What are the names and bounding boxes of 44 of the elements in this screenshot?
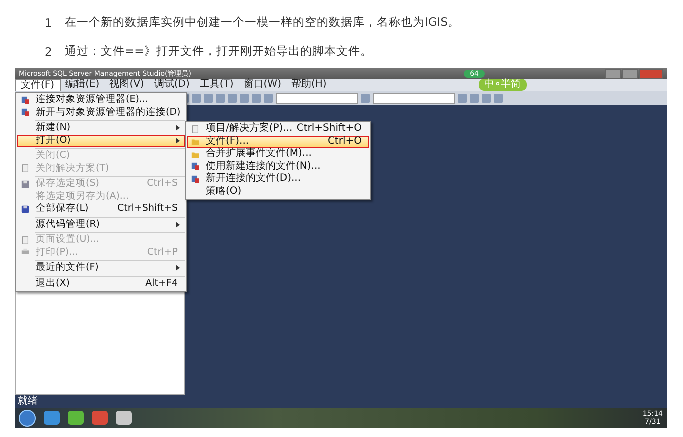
taskbar-app-icon[interactable] bbox=[92, 411, 108, 425]
server-icon bbox=[21, 108, 30, 118]
menu-item[interactable]: 源代码管理(R) bbox=[17, 218, 185, 231]
menu-item[interactable]: 文件(F)... Ctrl+O bbox=[187, 136, 369, 148]
maximize-button[interactable] bbox=[622, 68, 638, 78]
step-text: 在一个新的数据库实例中创建一个一模一样的空的数据库，名称也为IGIS。 bbox=[65, 15, 460, 30]
menu-item[interactable]: 策略(O) bbox=[187, 186, 369, 198]
menu-item[interactable]: 使用新建连接的文件(N)... bbox=[187, 160, 369, 173]
menu-item[interactable]: 工具(T) bbox=[194, 79, 239, 91]
step-number: 2 bbox=[45, 44, 54, 58]
document-icon bbox=[21, 236, 30, 245]
minimize-button[interactable] bbox=[605, 68, 621, 78]
dropdown-field[interactable] bbox=[373, 92, 455, 104]
menu-item[interactable]: 窗口(W) bbox=[238, 79, 286, 91]
step-number: 1 bbox=[45, 16, 54, 30]
menu-item[interactable]: 编辑(E) bbox=[60, 79, 105, 91]
document-icon bbox=[191, 124, 200, 134]
menu-item[interactable]: 合并扩展事件文件(M)... bbox=[187, 148, 369, 160]
server-icon bbox=[191, 162, 200, 172]
menu-item[interactable]: 全部保存(L) Ctrl+Shift+S bbox=[17, 203, 185, 216]
menu-item[interactable]: 视图(V) bbox=[104, 79, 150, 91]
dropdown-field[interactable] bbox=[276, 92, 358, 104]
server-icon bbox=[21, 96, 30, 105]
menu-item[interactable]: 帮助(H) bbox=[286, 79, 332, 91]
server-icon bbox=[191, 174, 200, 184]
menu-item[interactable]: 连接对象资源管理器(E)... bbox=[17, 94, 185, 106]
menu-item[interactable]: 调试(D) bbox=[149, 79, 195, 91]
menu-item[interactable]: 最近的文件(F) bbox=[17, 262, 185, 274]
menu-item[interactable]: 退出(X) Alt+F4 bbox=[17, 278, 185, 290]
printer-icon bbox=[21, 248, 30, 258]
step-text: 通过：文件==》打开文件，打开刚开始导出的脚本文件。 bbox=[65, 44, 372, 59]
taskbar-app-icon[interactable] bbox=[44, 411, 60, 425]
menu-item[interactable]: 项目/解决方案(P)... Ctrl+Shift+O bbox=[187, 123, 369, 136]
taskbar-app-icon[interactable] bbox=[68, 411, 84, 425]
menu-item[interactable]: 新建(N) bbox=[17, 122, 185, 134]
start-button[interactable] bbox=[19, 410, 36, 426]
menu-item[interactable]: 新开连接的文件(D)... bbox=[187, 173, 369, 186]
taskbar-app-icon[interactable] bbox=[116, 411, 132, 425]
document-icon bbox=[21, 164, 30, 174]
menu-item[interactable]: 新开与对象资源管理器的连接(D) bbox=[17, 106, 185, 119]
toolbar-icon[interactable] bbox=[361, 94, 370, 102]
close-button[interactable] bbox=[639, 68, 663, 78]
menu-item[interactable]: 打开(O) bbox=[17, 134, 185, 147]
menu-item[interactable]: 文件(F) bbox=[15, 78, 61, 92]
